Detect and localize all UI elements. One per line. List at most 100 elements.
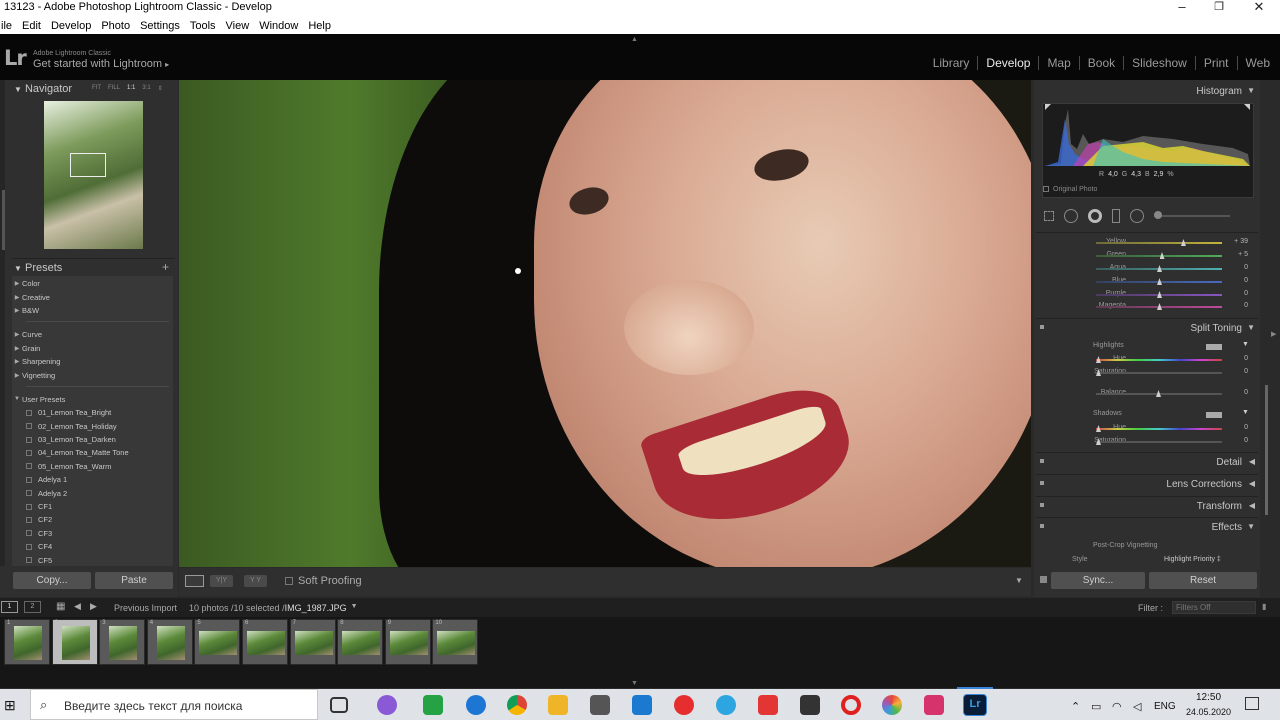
module-book[interactable]: Book — [1080, 56, 1125, 70]
menu-help[interactable]: Help — [307, 20, 332, 32]
mail-icon[interactable] — [632, 695, 652, 715]
menu-file[interactable]: ile — [0, 20, 13, 32]
reset-button[interactable]: Reset — [1149, 572, 1257, 589]
slider-value[interactable]: 0 — [1228, 277, 1248, 284]
telegram-icon[interactable] — [716, 695, 736, 715]
preset-group[interactable]: ▶ Vignetting — [12, 368, 173, 381]
right-panel-toggle-icon[interactable]: ▶ — [1271, 330, 1276, 338]
notifications-icon[interactable] — [1245, 697, 1259, 710]
module-library[interactable]: Library — [925, 56, 979, 70]
copy-button[interactable]: Copy... — [13, 572, 91, 589]
panel-switch-icon[interactable] — [1040, 503, 1044, 507]
filmstrip-thumbnail[interactable]: 10 — [432, 619, 479, 665]
filmstrip-thumbnail[interactable]: 4 — [146, 619, 193, 665]
highlights-color-swatch[interactable] — [1206, 344, 1222, 350]
slider-value[interactable]: 0 — [1228, 290, 1248, 297]
yandex-browser-icon[interactable] — [758, 695, 778, 715]
slider-value[interactable]: 0 — [1228, 302, 1248, 309]
before-after-icon[interactable]: Y|Y — [210, 575, 233, 587]
split-toning-header[interactable]: Split Toning ▼ — [1036, 318, 1258, 338]
preset-item[interactable]: CF2 — [12, 513, 173, 526]
radial-filter-icon[interactable] — [1130, 209, 1144, 223]
filmstrip-thumbnail[interactable]: 9 — [384, 619, 431, 665]
preset-item[interactable]: CF5 — [12, 553, 173, 566]
source-label[interactable]: Previous Import — [114, 603, 177, 613]
crop-icon[interactable] — [1044, 211, 1054, 221]
preset-group[interactable]: ▶ Creative — [12, 290, 173, 303]
menu-develop[interactable]: Develop — [50, 20, 92, 32]
balance-slider[interactable]: Balance 0 — [1036, 387, 1258, 400]
module-slideshow[interactable]: Slideshow — [1124, 56, 1196, 70]
highlights-saturation-slider[interactable]: Saturation 0 — [1036, 366, 1258, 379]
lightroom-taskbar-icon[interactable]: Lr — [963, 694, 987, 716]
volume-icon[interactable]: ◁ — [1133, 700, 1141, 713]
presets-header[interactable]: ▼ Presets — [14, 262, 62, 274]
module-web[interactable]: Web — [1238, 56, 1270, 70]
minimize-button[interactable]: – — [1172, 0, 1192, 14]
hsl-slider-blue[interactable]: Blue0 — [1036, 275, 1258, 288]
forward-arrow-icon[interactable]: ▶ — [90, 601, 97, 612]
menu-window[interactable]: Window — [258, 20, 299, 32]
shadows-saturation-slider[interactable]: Saturation 0 — [1036, 435, 1258, 448]
hsl-slider-yellow[interactable]: Yellow+ 39 — [1036, 236, 1258, 249]
menu-photo[interactable]: Photo — [100, 20, 131, 32]
effects-header[interactable]: Effects ▼ — [1036, 517, 1258, 537]
highlights-picker-icon[interactable]: ▼ — [1242, 341, 1249, 348]
preset-item[interactable]: CF1 — [12, 500, 173, 513]
edge-icon[interactable] — [466, 695, 486, 715]
navigator-header[interactable]: ▼ Navigator — [14, 83, 72, 95]
bottom-panel-toggle-icon[interactable]: ▼ — [631, 680, 638, 687]
module-print[interactable]: Print — [1196, 56, 1238, 70]
filmstrip-thumbnail[interactable]: 8 — [337, 619, 384, 665]
menu-tools[interactable]: Tools — [189, 20, 217, 32]
filter-select[interactable]: Filters Off — [1172, 601, 1256, 614]
photo-canvas[interactable] — [179, 80, 1031, 567]
clock-time[interactable]: 12:50 — [1196, 692, 1221, 703]
panel-switch-icon[interactable] — [1040, 481, 1044, 485]
soft-proofing-checkbox[interactable] — [285, 577, 293, 585]
language-indicator[interactable]: ENG — [1154, 701, 1176, 712]
shadows-hue-slider[interactable]: Hue 0 — [1036, 422, 1258, 435]
preset-item[interactable]: CF3 — [12, 527, 173, 540]
vignette-style-select[interactable]: Highlight Priority ‡ — [1164, 556, 1221, 563]
shadows-color-swatch[interactable] — [1206, 412, 1222, 418]
slider-value[interactable]: 0 — [1228, 264, 1248, 271]
sync-switch-icon[interactable] — [1040, 576, 1047, 583]
zoom-fit[interactable]: FIT — [92, 85, 101, 92]
preset-item[interactable]: 03_Lemon Tea_Darken — [12, 433, 173, 446]
back-arrow-icon[interactable]: ◀ — [74, 601, 81, 612]
preset-item[interactable]: CF4 — [12, 540, 173, 553]
filmstrip-thumbnail[interactable]: 6 — [242, 619, 288, 665]
close-button[interactable]: ✕ — [1249, 0, 1269, 15]
slider-track[interactable] — [1096, 255, 1222, 257]
loupe-view-icon[interactable] — [185, 575, 204, 587]
preset-item[interactable]: 02_Lemon Tea_Holiday — [12, 420, 173, 433]
right-scrollbar[interactable]: ▶ — [1262, 80, 1280, 597]
navigator-preview[interactable] — [44, 101, 143, 249]
slider-value[interactable]: + 39 — [1228, 238, 1248, 245]
preset-group[interactable]: ▶ Sharpening — [12, 355, 173, 368]
filmstrip-info[interactable]: 10 photos /10 selected / IMG_1987.JPG ▼ — [189, 603, 358, 613]
preset-item[interactable]: 05_Lemon Tea_Warm — [12, 460, 173, 473]
filmstrip-thumbnail[interactable]: 7 — [289, 619, 336, 665]
hsl-slider-magenta[interactable]: Magenta0 — [1036, 300, 1258, 313]
store-icon[interactable] — [590, 695, 610, 715]
slider-value[interactable]: + 5 — [1228, 251, 1248, 258]
filter-lock-icon[interactable]: ▮ — [1262, 602, 1266, 611]
preset-item[interactable]: 01_Lemon Tea_Bright — [12, 406, 173, 419]
file-explorer-icon[interactable] — [548, 695, 568, 715]
preset-item[interactable]: Adelya 1 — [12, 473, 173, 486]
toolbar-menu-icon[interactable]: ▼ — [1015, 576, 1023, 585]
grid-view-icon[interactable]: ▦ — [56, 601, 65, 612]
adjustment-brush-icon[interactable] — [1154, 211, 1230, 219]
lens-corrections-header[interactable]: Lens Corrections ◀ — [1036, 474, 1258, 494]
yandex-icon[interactable] — [674, 695, 694, 715]
panel-switch-icon[interactable] — [1040, 325, 1044, 329]
zoom-1-1[interactable]: 1:1 — [127, 85, 135, 92]
battery-icon[interactable]: ▭ — [1091, 700, 1101, 713]
preset-group[interactable]: ▶ B&W — [12, 304, 173, 317]
opera-icon[interactable] — [841, 695, 861, 715]
module-map[interactable]: Map — [1039, 56, 1080, 70]
get-started-link[interactable]: Get started with Lightroom ▸ — [33, 58, 169, 70]
swap-icon[interactable]: Y Y — [244, 575, 267, 587]
